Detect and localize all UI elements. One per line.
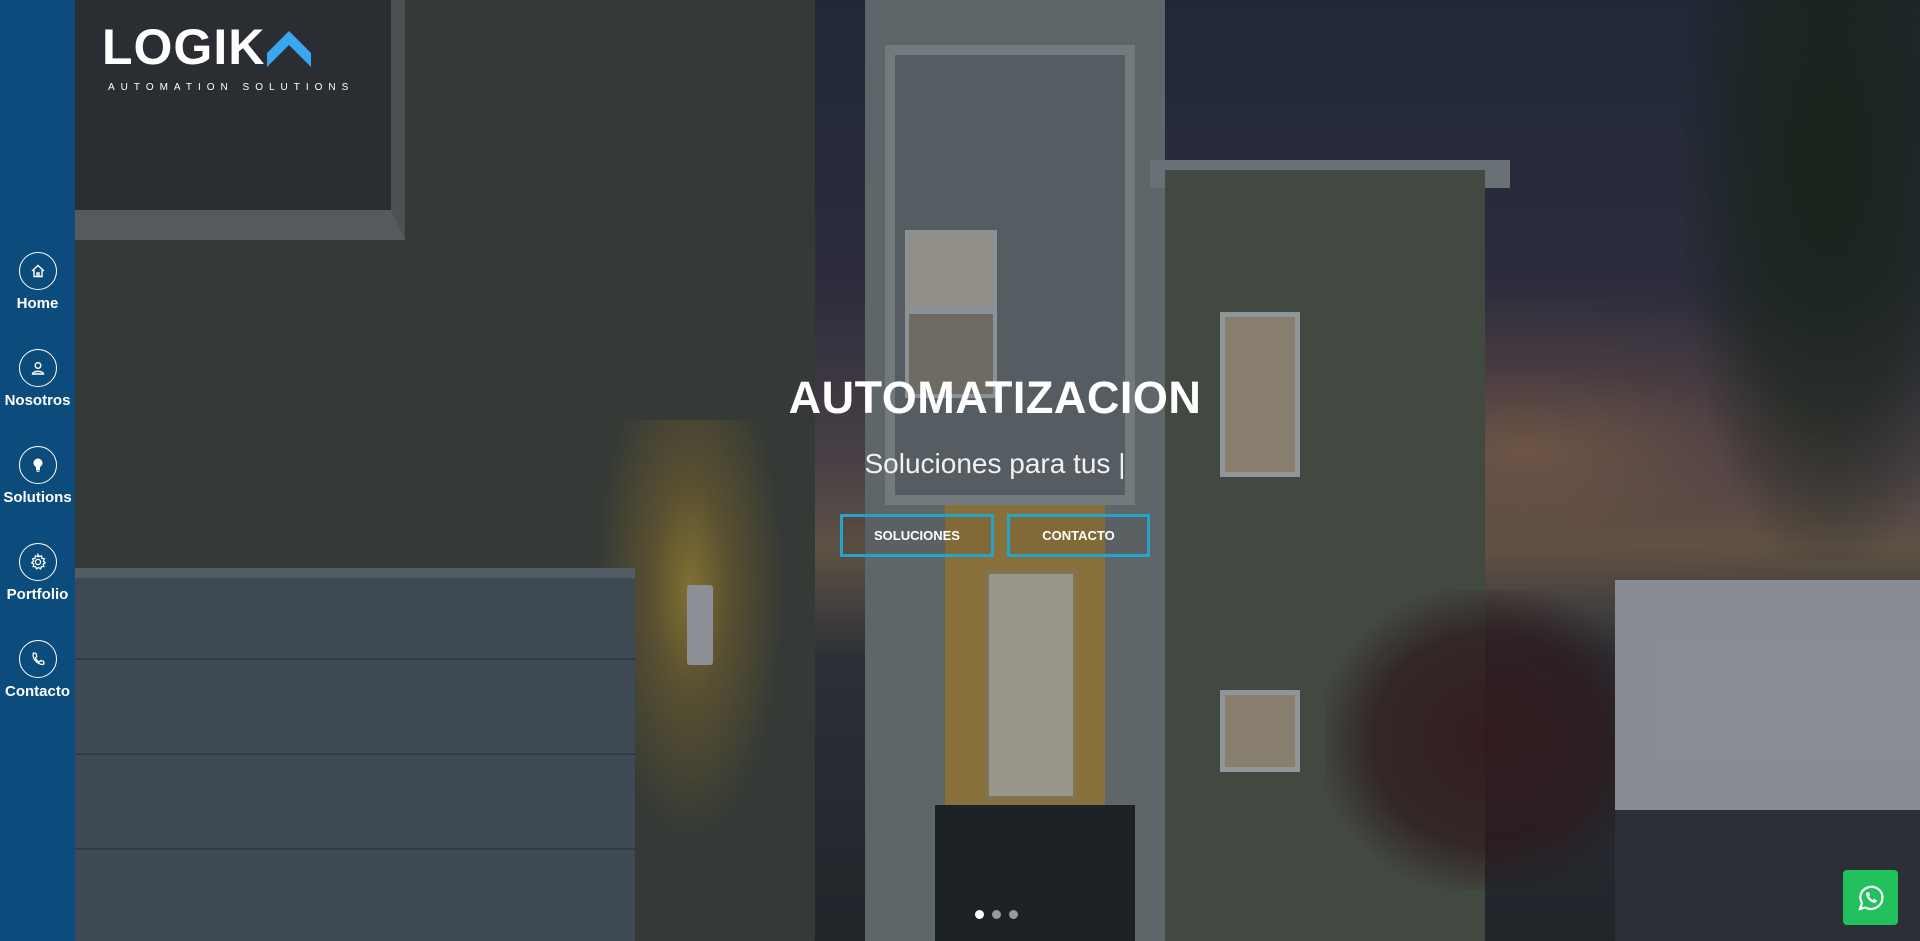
user-icon — [18, 349, 57, 387]
logo-tagline: AUTOMATION SOLUTIONS — [108, 82, 355, 93]
sidebar-item-home[interactable]: Home — [0, 252, 75, 312]
whatsapp-button[interactable] — [1843, 870, 1898, 925]
contacto-button[interactable]: CONTACTO — [1007, 514, 1150, 557]
sidebar-item-nosotros[interactable]: Nosotros — [0, 349, 75, 409]
sidebar-item-portfolio[interactable]: Portfolio — [0, 543, 75, 603]
logo-chevron-icon — [267, 31, 312, 67]
carousel-dot[interactable] — [975, 910, 984, 919]
logo[interactable]: LOGIK AUTOMATION SOLUTIONS — [102, 22, 354, 93]
home-icon — [18, 252, 57, 290]
logo-name: LOGIK — [102, 19, 266, 75]
gear-icon — [18, 543, 57, 581]
soluciones-button[interactable]: SOLUCIONES — [840, 514, 994, 557]
lightbulb-icon — [18, 446, 57, 484]
sidebar-item-label: Contacto — [5, 683, 70, 700]
hero-subtitle: Soluciones para tus | — [864, 448, 1126, 479]
sidebar-item-label: Home — [16, 295, 59, 312]
sidebar-item-label: Portfolio — [6, 586, 69, 603]
whatsapp-icon — [1857, 885, 1884, 911]
phone-icon — [18, 640, 57, 678]
sidebar-item-contacto[interactable]: Contacto — [0, 640, 75, 700]
carousel-indicators — [975, 910, 1018, 919]
sidebar-item-label: Nosotros — [4, 392, 71, 409]
sidebar-nav: Home Nosotros Solutions Portfolio Contac… — [0, 0, 75, 941]
carousel-dot[interactable] — [1009, 910, 1018, 919]
carousel-dot[interactable] — [992, 910, 1001, 919]
sidebar-item-solutions[interactable]: Solutions — [0, 446, 75, 506]
hero-title: AUTOMATIZACION — [788, 372, 1202, 423]
hero-content: AUTOMATIZACION Soluciones para tus | SOL… — [730, 372, 1260, 557]
sidebar-item-label: Solutions — [3, 489, 72, 506]
